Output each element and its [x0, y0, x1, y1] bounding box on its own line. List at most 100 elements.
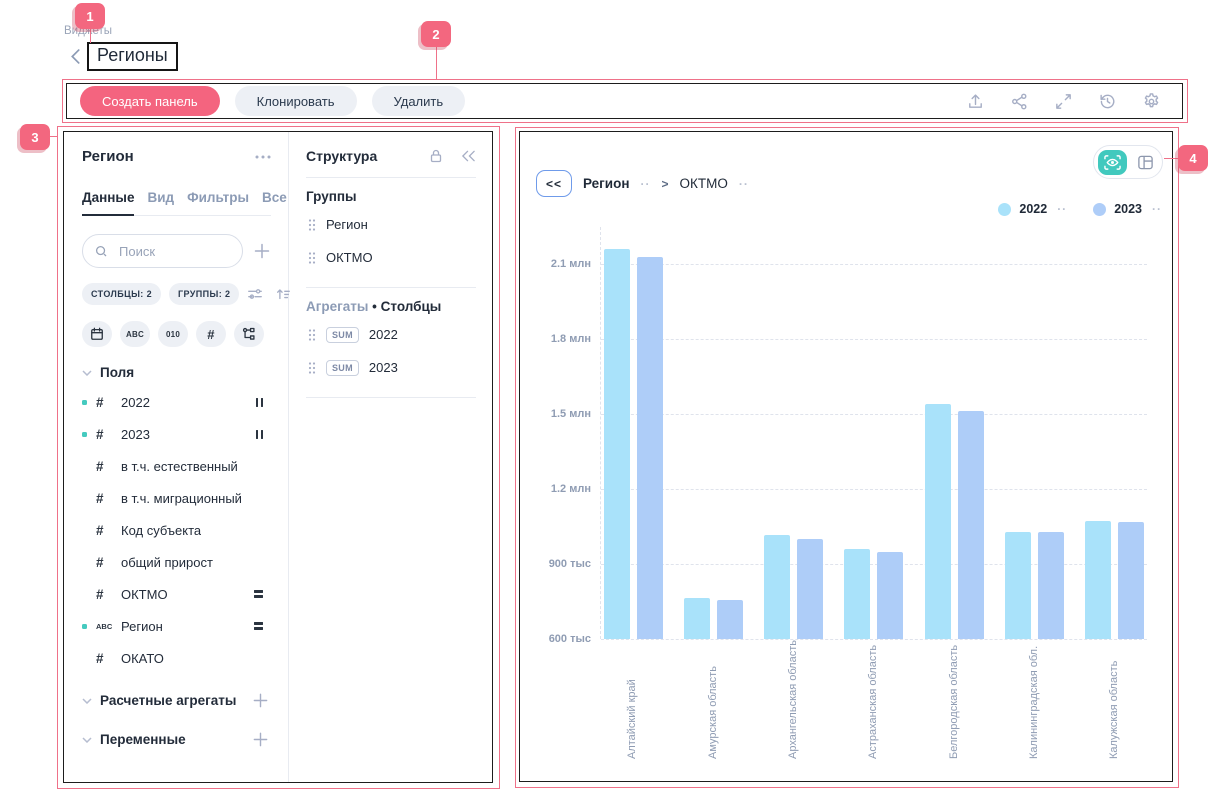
legend-item-menu[interactable]: ··: [1057, 202, 1067, 216]
filter-chip-1[interactable]: ГРУППЫ: 2: [169, 283, 239, 305]
bar-2023-Калининградская обл.[interactable]: [1038, 532, 1064, 639]
sliders-icon[interactable]: [247, 286, 263, 302]
share-icon[interactable]: [1010, 92, 1029, 111]
field-row[interactable]: #2023: [82, 418, 271, 450]
tab-данные[interactable]: Данные: [82, 190, 134, 205]
group-row[interactable]: Регион: [306, 208, 476, 241]
field-label: в т.ч. естественный: [121, 459, 238, 474]
legend-item-2022[interactable]: 2022 ··: [998, 202, 1067, 216]
search-input[interactable]: [117, 243, 231, 260]
number-type-icon: #: [96, 651, 121, 666]
aggregates-sublabel: Столбцы: [381, 299, 442, 314]
chevron-down-icon: [82, 737, 92, 743]
collapse-drilldown-button[interactable]: <<: [536, 170, 572, 197]
add-field-button[interactable]: [253, 242, 271, 260]
breadcrumb-item-region[interactable]: Регион: [583, 176, 630, 191]
field-row[interactable]: ABCРегион: [82, 610, 271, 642]
bar-2022-Алтайский край[interactable]: [604, 249, 630, 639]
tab-все[interactable]: Все: [262, 190, 287, 205]
type-filter-abc[interactable]: ABC: [120, 321, 150, 347]
delete-button[interactable]: Удалить: [372, 86, 466, 116]
history-icon[interactable]: [1098, 92, 1117, 111]
bar-2022-Амурская область[interactable]: [684, 598, 710, 639]
drilldown-breadcrumb: << Регион ·· > ОКТМО ··: [536, 170, 749, 197]
breadcrumb-item-menu[interactable]: ··: [641, 177, 651, 191]
used-indicator-dot: [82, 624, 87, 629]
upload-icon[interactable]: [966, 92, 985, 111]
drag-handle-icon[interactable]: [308, 218, 316, 232]
used-indicator-dot: [82, 432, 87, 437]
type-filter-number[interactable]: #: [196, 321, 226, 347]
legend-item-2023[interactable]: 2023 ··: [1093, 202, 1162, 216]
tab-вид[interactable]: Вид: [147, 190, 174, 205]
filter-chip-0[interactable]: СТОЛБЦЫ: 2: [82, 283, 161, 305]
bar-2022-Астраханская область[interactable]: [844, 549, 870, 639]
x-axis-category-label: Астраханская область: [867, 640, 879, 759]
text-type-icon: ABC: [96, 622, 121, 631]
sort-icon[interactable]: [275, 286, 291, 302]
aggregates-label: Агрегаты: [306, 299, 368, 314]
y-axis-tick-label: 900 тыс: [529, 558, 591, 570]
legend-label: 2023: [1114, 202, 1142, 216]
fields-section-label: Поля: [100, 365, 134, 380]
x-axis-category-label: Калужская область: [1108, 640, 1120, 759]
fields-section-header[interactable]: Поля: [82, 365, 271, 380]
type-filter-010[interactable]: 010: [158, 321, 188, 347]
x-axis-category-label: Калининградская обл.: [1028, 640, 1040, 759]
add-variable-button[interactable]: [252, 731, 269, 748]
calculated-section-header[interactable]: Расчетные агрегаты: [82, 692, 271, 709]
hierarchy-icon[interactable]: [234, 321, 264, 347]
bar-2022-Калининградская обл.[interactable]: [1005, 532, 1031, 639]
expand-icon[interactable]: [1054, 92, 1073, 111]
ellipsis-icon[interactable]: [255, 155, 271, 159]
bar-2022-Архангельская область[interactable]: [764, 535, 790, 639]
annotation-line-3: [50, 136, 58, 137]
gear-icon[interactable]: [1142, 92, 1161, 111]
field-row[interactable]: #Код субъекта: [82, 514, 271, 546]
group-label: Регион: [326, 217, 368, 232]
aggregate-row[interactable]: SUM2022: [306, 318, 476, 351]
field-row[interactable]: #в т.ч. миграционный: [82, 482, 271, 514]
layout-view-button[interactable]: [1133, 150, 1158, 175]
drag-handle-icon[interactable]: [308, 328, 316, 342]
legend-label: 2022: [1019, 202, 1047, 216]
group-row[interactable]: ОКТМО: [306, 241, 476, 274]
rows-marker-icon: [254, 590, 263, 598]
preview-eye-button[interactable]: [1098, 150, 1127, 175]
field-row[interactable]: #2022: [82, 386, 271, 418]
field-row[interactable]: #ОКТМО: [82, 578, 271, 610]
bar-2023-Белгородская область[interactable]: [958, 411, 984, 639]
variables-section-header[interactable]: Переменные: [82, 731, 271, 748]
x-axis-category-label: Алтайский край: [626, 640, 638, 759]
lock-icon[interactable]: [428, 148, 444, 164]
bar-2023-Амурская область[interactable]: [717, 600, 743, 639]
x-label-slot: Астраханская область: [844, 640, 903, 759]
bar-2022-Калужская область[interactable]: [1085, 521, 1111, 639]
create-panel-button[interactable]: Создать панель: [80, 86, 220, 116]
search-input-wrapper: [82, 234, 243, 268]
bar-2023-Астраханская область[interactable]: [877, 552, 903, 639]
field-row[interactable]: #в т.ч. естественный: [82, 450, 271, 482]
annotation-line-2: [436, 47, 437, 80]
collapse-panel-icon[interactable]: [461, 150, 476, 162]
back-button[interactable]: [71, 49, 80, 64]
bar-group-1: [684, 227, 743, 639]
bar-2022-Белгородская область[interactable]: [925, 404, 951, 639]
drag-handle-icon[interactable]: [308, 361, 316, 375]
focus-eye-icon: [1103, 154, 1122, 171]
field-row[interactable]: #общий прирост: [82, 546, 271, 578]
clone-button[interactable]: Клонировать: [235, 86, 357, 116]
bar-2023-Архангельская область[interactable]: [797, 539, 823, 639]
add-aggregate-button[interactable]: [252, 692, 269, 709]
breadcrumb-item-oktmo[interactable]: ОКТМО: [680, 176, 728, 191]
breadcrumb-item-menu[interactable]: ··: [739, 177, 749, 191]
field-row[interactable]: #ОКАТО: [82, 642, 271, 674]
bar-2023-Алтайский край[interactable]: [637, 257, 663, 639]
bar-2023-Калужская область[interactable]: [1118, 522, 1144, 639]
field-label: Регион: [121, 619, 163, 634]
calendar-icon[interactable]: [82, 321, 112, 347]
legend-item-menu[interactable]: ··: [1152, 202, 1162, 216]
drag-handle-icon[interactable]: [308, 251, 316, 265]
tab-фильтры[interactable]: Фильтры: [187, 190, 249, 205]
aggregate-row[interactable]: SUM2023: [306, 351, 476, 384]
